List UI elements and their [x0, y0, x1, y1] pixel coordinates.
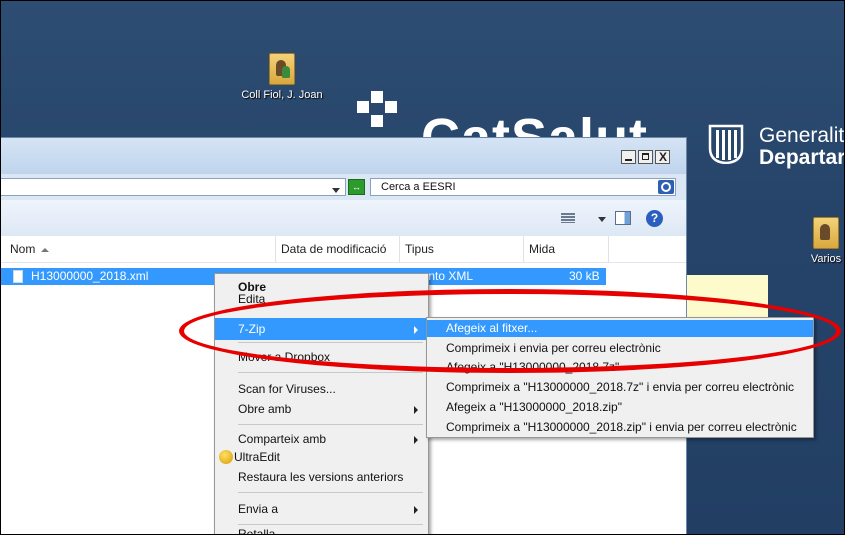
menu-item-send-to[interactable]: Envia a — [215, 498, 428, 520]
menu-separator — [238, 424, 423, 425]
menu-separator — [238, 342, 423, 343]
search-icon[interactable] — [658, 180, 674, 194]
menu-item-restore-versions[interactable]: Restaura les versions anteriors — [215, 466, 428, 488]
menu-item-scan-viruses[interactable]: Scan for Viruses... — [215, 378, 428, 400]
submenu-item-add-7z[interactable]: Afegeix a "H13000000_2018.7z" — [427, 359, 813, 376]
file-size: 30 kB — [569, 269, 600, 283]
department-name: Departar — [759, 146, 845, 169]
address-bar: ↔ Cerca a EESRI — [1, 174, 686, 200]
menu-separator — [238, 372, 423, 373]
window-titlebar[interactable]: X — [1, 138, 686, 174]
column-header-row: Nom Data de modificació Tipus Mida — [1, 236, 686, 263]
column-header-size[interactable]: Mida — [524, 236, 609, 262]
generalitat-emblem-icon — [708, 124, 744, 164]
chevron-down-icon[interactable] — [598, 217, 606, 222]
search-placeholder: Cerca a EESRI — [381, 181, 456, 193]
7zip-submenu: Afegeix al fitxer... Comprimeix i envia … — [426, 317, 814, 438]
address-field[interactable] — [1, 178, 346, 196]
folder-icon — [813, 217, 839, 249]
context-menu: Obre Edita 7-Zip Mover a Dropbox Scan fo… — [214, 273, 429, 534]
menu-separator — [238, 492, 423, 493]
close-button[interactable]: X — [655, 150, 670, 164]
submenu-item-compress-zip-email[interactable]: Comprimeix a "H13000000_2018.zip" i envi… — [427, 419, 813, 436]
xml-file-icon — [13, 270, 23, 283]
file-name: H13000000_2018.xml — [31, 269, 149, 283]
submenu-arrow-icon — [414, 506, 418, 514]
close-icon: X — [659, 150, 668, 164]
column-header-type[interactable]: Tipus — [400, 236, 524, 262]
menu-item-7zip[interactable]: 7-Zip — [215, 318, 428, 340]
search-input[interactable]: Cerca a EESRI — [370, 178, 676, 196]
maximize-button[interactable] — [638, 150, 653, 164]
submenu-item-compress-email[interactable]: Comprimeix i envia per correu electrònic — [427, 340, 813, 357]
toolbar: ? — [1, 200, 686, 237]
user-folder-icon — [269, 53, 295, 85]
submenu-arrow-icon — [414, 406, 418, 414]
menu-item-open-with[interactable]: Obre amb — [215, 398, 428, 420]
menu-item-edit[interactable]: Edita — [215, 292, 428, 306]
column-header-name[interactable]: Nom — [1, 236, 276, 262]
refresh-button[interactable]: ↔ — [348, 179, 365, 195]
menu-separator — [238, 524, 423, 525]
minimize-button[interactable] — [621, 150, 636, 164]
submenu-item-add-to-archive[interactable]: Afegeix al fitxer... — [427, 320, 813, 337]
ultraedit-icon — [219, 450, 233, 464]
column-header-modified[interactable]: Data de modificació — [276, 236, 400, 262]
screenshot-frame: Coll Fiol, J. Joan Varios CatSalut Gener… — [0, 0, 845, 535]
desktop-icon-label: Coll Fiol, J. Joan — [241, 89, 323, 101]
chevron-down-icon[interactable] — [332, 188, 340, 193]
views-icon[interactable] — [561, 213, 575, 223]
menu-item-mover-dropbox[interactable]: Mover a Dropbox — [215, 346, 428, 368]
generalitat-name: Generalit — [759, 124, 845, 147]
menu-item-ultraedit[interactable]: UltraEdit — [215, 446, 428, 468]
submenu-item-add-zip[interactable]: Afegeix a "H13000000_2018.zip" — [427, 399, 813, 416]
help-icon[interactable]: ? — [646, 210, 663, 227]
preview-pane-icon[interactable] — [615, 211, 631, 225]
desktop-icon-label: Varios — [810, 253, 842, 265]
desktop-icon-varios[interactable]: Varios — [801, 217, 844, 265]
submenu-item-compress-7z-email[interactable]: Comprimeix a "H13000000_2018.7z" i envia… — [427, 379, 813, 396]
submenu-arrow-icon — [414, 436, 418, 444]
submenu-arrow-icon — [414, 326, 418, 334]
menu-item-cut[interactable]: Retalla — [215, 527, 428, 534]
sort-ascending-icon — [41, 247, 50, 252]
desktop-icon-user-folder[interactable]: Coll Fiol, J. Joan — [227, 53, 337, 101]
